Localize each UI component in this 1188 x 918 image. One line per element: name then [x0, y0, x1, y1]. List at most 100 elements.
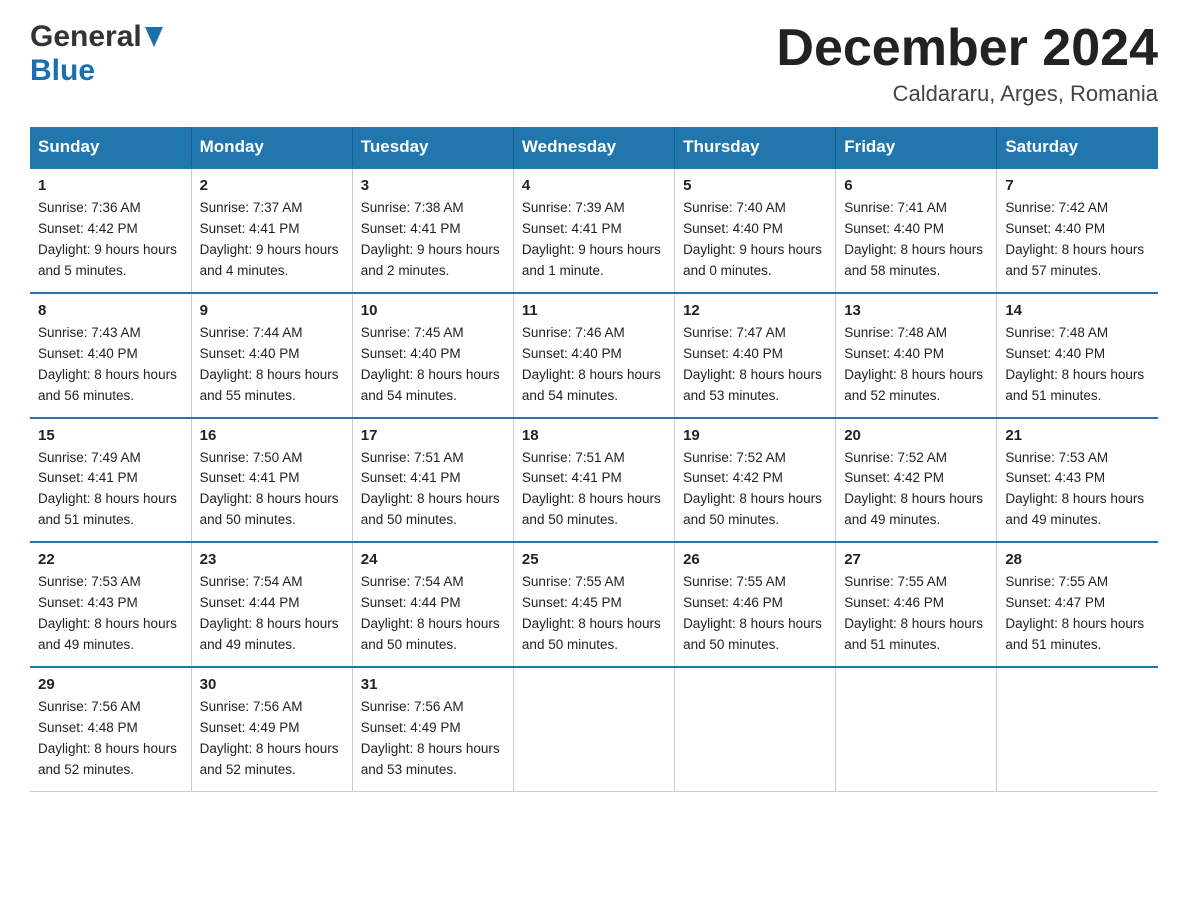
calendar-cell: 16 Sunrise: 7:50 AMSunset: 4:41 PMDayligh… [191, 418, 352, 543]
calendar-cell: 24 Sunrise: 7:54 AMSunset: 4:44 PMDayligh… [352, 542, 513, 667]
day-number: 17 [361, 427, 505, 444]
title-block: December 2024 Caldararu, Arges, Romania [776, 20, 1158, 107]
calendar-cell: 4 Sunrise: 7:39 AMSunset: 4:41 PMDaylight… [513, 168, 674, 293]
calendar-cell: 17 Sunrise: 7:51 AMSunset: 4:41 PMDayligh… [352, 418, 513, 543]
calendar-cell: 25Sunrise: 7:55 AMSunset: 4:45 PMDayligh… [513, 542, 674, 667]
calendar-cell: 14 Sunrise: 7:48 AMSunset: 4:40 PMDayligh… [997, 293, 1158, 418]
day-number: 13 [844, 302, 988, 319]
day-info: Sunrise: 7:52 AMSunset: 4:42 PMDaylight:… [683, 448, 827, 532]
day-number: 15 [38, 427, 183, 444]
header-saturday: Saturday [997, 127, 1158, 168]
day-info: Sunrise: 7:47 AMSunset: 4:40 PMDaylight:… [683, 323, 827, 407]
day-info: Sunrise: 7:48 AMSunset: 4:40 PMDaylight:… [1005, 323, 1150, 407]
calendar-cell: 19 Sunrise: 7:52 AMSunset: 4:42 PMDayligh… [675, 418, 836, 543]
day-number: 16 [200, 427, 344, 444]
day-number: 29 [38, 676, 183, 693]
calendar-week-1: 1 Sunrise: 7:36 AMSunset: 4:42 PMDaylight… [30, 168, 1158, 293]
logo-blue-text: Blue [30, 54, 95, 87]
day-info: Sunrise: 7:37 AMSunset: 4:41 PMDaylight:… [200, 198, 344, 282]
day-number: 11 [522, 302, 666, 319]
day-number: 8 [38, 302, 183, 319]
day-number: 2 [200, 177, 344, 194]
day-info: Sunrise: 7:51 AMSunset: 4:41 PMDaylight:… [522, 448, 666, 532]
day-info: Sunrise: 7:55 AMSunset: 4:46 PMDaylight:… [683, 572, 827, 656]
header-tuesday: Tuesday [352, 127, 513, 168]
calendar-title: December 2024 [776, 20, 1158, 77]
day-number: 19 [683, 427, 827, 444]
calendar-cell: 22 Sunrise: 7:53 AMSunset: 4:43 PMDayligh… [30, 542, 191, 667]
calendar-cell: 10Sunrise: 7:45 AMSunset: 4:40 PMDayligh… [352, 293, 513, 418]
day-info: Sunrise: 7:56 AMSunset: 4:49 PMDaylight:… [200, 697, 344, 781]
day-info: Sunrise: 7:49 AMSunset: 4:41 PMDaylight:… [38, 448, 183, 532]
day-info: Sunrise: 7:42 AMSunset: 4:40 PMDaylight:… [1005, 198, 1150, 282]
calendar-cell: 31 Sunrise: 7:56 AMSunset: 4:49 PMDayligh… [352, 667, 513, 791]
day-number: 12 [683, 302, 827, 319]
day-number: 6 [844, 177, 988, 194]
header-sunday: Sunday [30, 127, 191, 168]
day-number: 18 [522, 427, 666, 444]
logo-general-text: General [30, 20, 142, 54]
day-info: Sunrise: 7:50 AMSunset: 4:41 PMDaylight:… [200, 448, 344, 532]
calendar-cell: 7 Sunrise: 7:42 AMSunset: 4:40 PMDaylight… [997, 168, 1158, 293]
day-number: 5 [683, 177, 827, 194]
day-number: 4 [522, 177, 666, 194]
day-info: Sunrise: 7:43 AMSunset: 4:40 PMDaylight:… [38, 323, 183, 407]
day-number: 21 [1005, 427, 1150, 444]
calendar-week-2: 8 Sunrise: 7:43 AMSunset: 4:40 PMDaylight… [30, 293, 1158, 418]
day-number: 20 [844, 427, 988, 444]
day-number: 1 [38, 177, 183, 194]
calendar-cell: 23Sunrise: 7:54 AMSunset: 4:44 PMDayligh… [191, 542, 352, 667]
calendar-cell: 6 Sunrise: 7:41 AMSunset: 4:40 PMDaylight… [836, 168, 997, 293]
day-info: Sunrise: 7:46 AMSunset: 4:40 PMDaylight:… [522, 323, 666, 407]
day-info: Sunrise: 7:53 AMSunset: 4:43 PMDaylight:… [38, 572, 183, 656]
calendar-cell [836, 667, 997, 791]
day-info: Sunrise: 7:48 AMSunset: 4:40 PMDaylight:… [844, 323, 988, 407]
calendar-location: Caldararu, Arges, Romania [776, 81, 1158, 107]
calendar-cell: 18 Sunrise: 7:51 AMSunset: 4:41 PMDayligh… [513, 418, 674, 543]
header-monday: Monday [191, 127, 352, 168]
calendar-cell: 11 Sunrise: 7:46 AMSunset: 4:40 PMDayligh… [513, 293, 674, 418]
day-info: Sunrise: 7:55 AMSunset: 4:47 PMDaylight:… [1005, 572, 1150, 656]
calendar-cell: 30 Sunrise: 7:56 AMSunset: 4:49 PMDayligh… [191, 667, 352, 791]
calendar-week-4: 22 Sunrise: 7:53 AMSunset: 4:43 PMDayligh… [30, 542, 1158, 667]
logo: General Blue [30, 20, 163, 88]
day-info: Sunrise: 7:45 AMSunset: 4:40 PMDaylight:… [361, 323, 505, 407]
calendar-cell: 26 Sunrise: 7:55 AMSunset: 4:46 PMDayligh… [675, 542, 836, 667]
day-number: 27 [844, 551, 988, 568]
day-number: 7 [1005, 177, 1150, 194]
calendar-table: Sunday Monday Tuesday Wednesday Thursday… [30, 127, 1158, 791]
calendar-week-5: 29Sunrise: 7:56 AMSunset: 4:48 PMDayligh… [30, 667, 1158, 791]
calendar-cell [675, 667, 836, 791]
day-info: Sunrise: 7:53 AMSunset: 4:43 PMDaylight:… [1005, 448, 1150, 532]
calendar-cell: 20Sunrise: 7:52 AMSunset: 4:42 PMDayligh… [836, 418, 997, 543]
calendar-cell: 1 Sunrise: 7:36 AMSunset: 4:42 PMDaylight… [30, 168, 191, 293]
day-number: 31 [361, 676, 505, 693]
day-number: 30 [200, 676, 344, 693]
day-info: Sunrise: 7:36 AMSunset: 4:42 PMDaylight:… [38, 198, 183, 282]
page-header: General Blue December 2024 Caldararu, Ar… [30, 20, 1158, 107]
day-info: Sunrise: 7:51 AMSunset: 4:41 PMDaylight:… [361, 448, 505, 532]
header-wednesday: Wednesday [513, 127, 674, 168]
day-info: Sunrise: 7:54 AMSunset: 4:44 PMDaylight:… [361, 572, 505, 656]
calendar-cell: 27Sunrise: 7:55 AMSunset: 4:46 PMDayligh… [836, 542, 997, 667]
calendar-header-row: Sunday Monday Tuesday Wednesday Thursday… [30, 127, 1158, 168]
day-number: 24 [361, 551, 505, 568]
calendar-cell: 29Sunrise: 7:56 AMSunset: 4:48 PMDayligh… [30, 667, 191, 791]
calendar-cell: 13 Sunrise: 7:48 AMSunset: 4:40 PMDayligh… [836, 293, 997, 418]
day-number: 14 [1005, 302, 1150, 319]
day-info: Sunrise: 7:56 AMSunset: 4:49 PMDaylight:… [361, 697, 505, 781]
day-number: 26 [683, 551, 827, 568]
day-number: 9 [200, 302, 344, 319]
calendar-cell: 15 Sunrise: 7:49 AMSunset: 4:41 PMDayligh… [30, 418, 191, 543]
day-number: 3 [361, 177, 505, 194]
calendar-cell: 8 Sunrise: 7:43 AMSunset: 4:40 PMDaylight… [30, 293, 191, 418]
day-info: Sunrise: 7:39 AMSunset: 4:41 PMDaylight:… [522, 198, 666, 282]
header-thursday: Thursday [675, 127, 836, 168]
day-number: 28 [1005, 551, 1150, 568]
day-info: Sunrise: 7:44 AMSunset: 4:40 PMDaylight:… [200, 323, 344, 407]
day-number: 22 [38, 551, 183, 568]
calendar-week-3: 15 Sunrise: 7:49 AMSunset: 4:41 PMDayligh… [30, 418, 1158, 543]
day-info: Sunrise: 7:41 AMSunset: 4:40 PMDaylight:… [844, 198, 988, 282]
calendar-cell: 21 Sunrise: 7:53 AMSunset: 4:43 PMDayligh… [997, 418, 1158, 543]
day-number: 23 [200, 551, 344, 568]
